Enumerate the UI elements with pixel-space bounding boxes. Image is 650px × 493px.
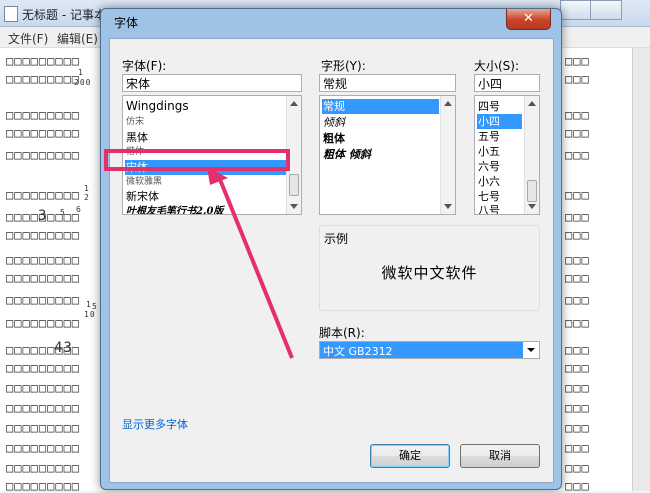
annotation-arrow-icon	[207, 167, 294, 359]
annotation-arrow-head	[207, 167, 228, 185]
annotation-arrow-line	[217, 176, 294, 359]
